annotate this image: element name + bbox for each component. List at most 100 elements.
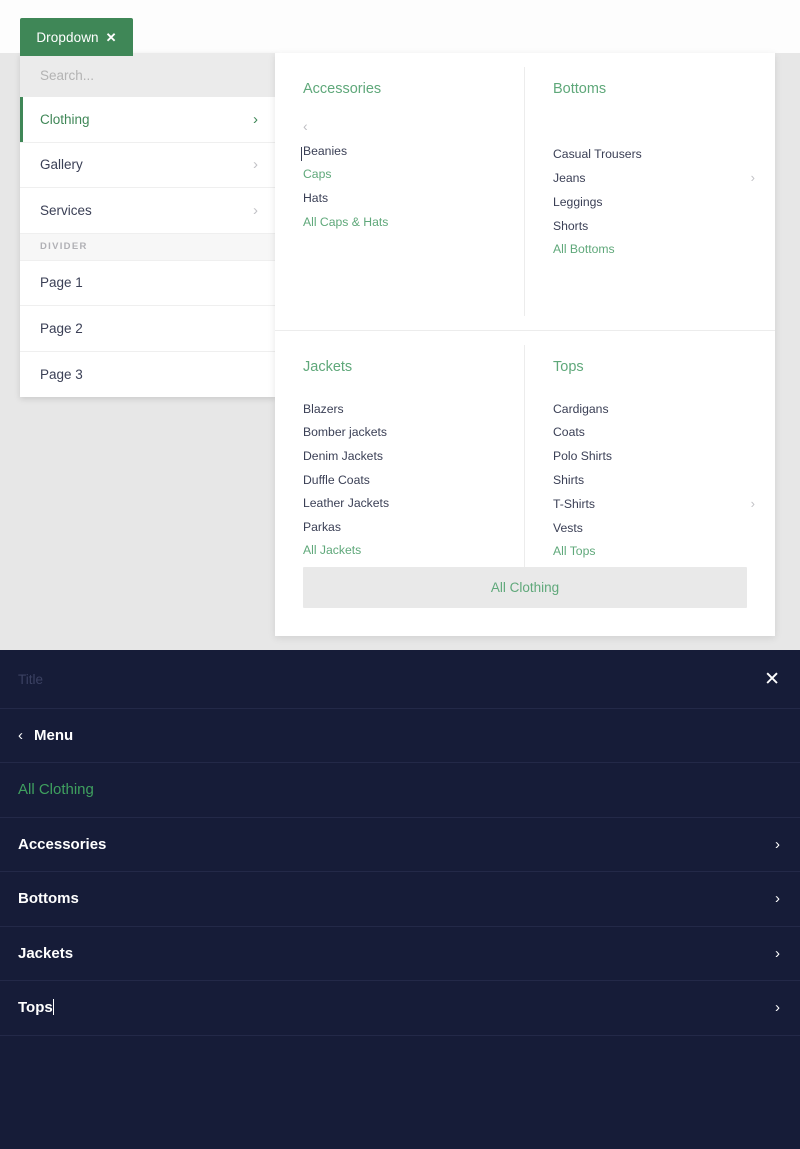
mega-menu-row-bottom: Jackets Blazers Bomber jackets Denim Jac…: [275, 331, 775, 583]
mega-link-label: Beanies: [303, 144, 347, 158]
mega-link-blazers[interactable]: Blazers: [303, 397, 497, 421]
mega-column-bottoms: Bottoms Casual Trousers Jeans › Leggings: [525, 53, 775, 330]
offcanvas-item-label: Accessories: [18, 836, 106, 853]
mega-link-beanies[interactable]: Beanies: [303, 139, 497, 163]
mega-link-cardigans[interactable]: Cardigans: [553, 397, 747, 421]
mega-link-coats[interactable]: Coats: [553, 421, 747, 445]
offcanvas-item-all-clothing[interactable]: All Clothing: [0, 763, 800, 818]
offcanvas-item-jackets[interactable]: Jackets ›: [0, 927, 800, 982]
mega-link-caps[interactable]: Caps: [303, 163, 497, 187]
divider-text: DIVIDER: [40, 241, 88, 252]
mega-column-jackets: Jackets Blazers Bomber jackets Denim Jac…: [275, 331, 525, 583]
mega-link-jeans[interactable]: Jeans ›: [553, 166, 747, 191]
mega-link-label: All Bottoms: [553, 242, 615, 256]
chevron-left-icon[interactable]: ‹: [303, 119, 497, 133]
mega-link-label: Polo Shirts: [553, 449, 612, 463]
mega-link-vests[interactable]: Vests: [553, 516, 747, 540]
mega-link-label: Leggings: [553, 195, 602, 209]
offcanvas-header: Title ✕: [0, 650, 800, 709]
mega-link-bomber-jackets[interactable]: Bomber jackets: [303, 421, 497, 445]
mega-link-list: Blazers Bomber jackets Denim Jackets Duf…: [303, 397, 497, 562]
search-input[interactable]: [40, 68, 240, 83]
mega-link-label: Shirts: [553, 473, 584, 487]
mega-link-label: Hats: [303, 191, 328, 205]
chevron-right-icon: ›: [775, 946, 780, 961]
dropdown-toggle-label: Dropdown: [36, 30, 98, 45]
text-cursor: [53, 999, 55, 1015]
dropdown-panel: Clothing › Gallery › Services › DIVIDER …: [20, 53, 276, 397]
mega-link-label: Duffle Coats: [303, 473, 370, 487]
chevron-left-icon: ‹: [18, 728, 23, 743]
mega-menu-panel: Accessories ‹ Beanies Caps: [275, 53, 775, 636]
sidebar-item-services[interactable]: Services ›: [20, 188, 276, 234]
mega-link-label: Vests: [553, 521, 583, 535]
sidebar-item-page-1[interactable]: Page 1: [20, 261, 276, 307]
close-icon[interactable]: ✕: [764, 670, 780, 689]
chevron-right-icon: ›: [775, 1000, 780, 1015]
sidebar-item-label: Page 2: [40, 321, 83, 336]
mega-link-leggings[interactable]: Leggings: [553, 190, 747, 214]
dropdown-stage: Dropdown ✕ Clothing › Gallery › Services…: [0, 0, 800, 650]
mega-link-label: Leather Jackets: [303, 496, 389, 510]
mega-link-list: Cardigans Coats Polo Shirts Shirts T-Shi: [553, 397, 747, 563]
mega-menu-row-top: Accessories ‹ Beanies Caps: [275, 53, 775, 331]
mega-link-casual-trousers[interactable]: Casual Trousers: [553, 142, 747, 166]
search-row[interactable]: [20, 53, 276, 97]
offcanvas-item-wrap: Tops: [18, 999, 54, 1016]
offcanvas-title: Title: [18, 672, 43, 687]
mega-link-polo-shirts[interactable]: Polo Shirts: [553, 444, 747, 468]
offcanvas-item-label: Tops: [18, 999, 53, 1016]
offcanvas-item-bottoms[interactable]: Bottoms ›: [0, 872, 800, 927]
dropdown-toggle-button[interactable]: Dropdown ✕: [20, 18, 133, 56]
mega-column-title: Jackets: [303, 359, 497, 375]
mega-link-shorts[interactable]: Shorts: [553, 214, 747, 238]
mega-link-all-bottoms[interactable]: All Bottoms: [553, 237, 747, 261]
mega-menu-footer: All Clothing: [275, 567, 775, 636]
sidebar-item-clothing[interactable]: Clothing ›: [20, 97, 276, 143]
all-clothing-button[interactable]: All Clothing: [303, 567, 747, 608]
mega-menu-grid: Accessories ‹ Beanies Caps: [275, 53, 775, 583]
mega-link-all-tops[interactable]: All Tops: [553, 540, 747, 564]
mega-link-label: Caps: [303, 167, 331, 181]
mega-link-shirts[interactable]: Shirts: [553, 468, 747, 492]
chevron-right-icon: ›: [775, 891, 780, 906]
mega-link-duffle-coats[interactable]: Duffle Coats: [303, 468, 497, 492]
mega-link-parkas[interactable]: Parkas: [303, 515, 497, 539]
offcanvas-item-tops[interactable]: Tops ›: [0, 981, 800, 1036]
mega-link-label: All Caps & Hats: [303, 215, 388, 229]
chevron-right-icon: ›: [253, 112, 258, 127]
mega-link-label: Jeans: [553, 171, 586, 185]
mega-link-label: All Jackets: [303, 543, 361, 557]
sidebar-item-gallery[interactable]: Gallery ›: [20, 143, 276, 189]
mega-column-accessories: Accessories ‹ Beanies Caps: [275, 53, 525, 330]
mega-column-tops: Tops Cardigans Coats Polo Shirts Shirts: [525, 331, 775, 583]
offcanvas-item-accessories[interactable]: Accessories ›: [0, 818, 800, 873]
mega-column-title: Accessories: [303, 81, 497, 97]
mega-link-list: Casual Trousers Jeans › Leggings Shorts: [553, 142, 747, 261]
offcanvas-item-label: Bottoms: [18, 890, 79, 907]
mega-link-denim-jackets[interactable]: Denim Jackets: [303, 444, 497, 468]
chevron-right-icon: ›: [253, 157, 258, 172]
sidebar-item-page-3[interactable]: Page 3: [20, 352, 276, 398]
mega-link-all-caps-hats[interactable]: All Caps & Hats: [303, 210, 497, 234]
mega-link-t-shirts[interactable]: T-Shirts ›: [553, 491, 747, 516]
offcanvas-panel: Title ✕ ‹ Menu All Clothing Accessories …: [0, 650, 800, 1149]
mega-column-title: Bottoms: [553, 81, 747, 97]
sidebar-item-label: Services: [40, 203, 92, 218]
chevron-right-icon: ›: [775, 837, 780, 852]
mega-link-label: T-Shirts: [553, 497, 595, 511]
offcanvas-back-button[interactable]: ‹ Menu: [0, 709, 800, 763]
offcanvas-item-label: All Clothing: [18, 781, 94, 798]
mega-link-label: Casual Trousers: [553, 147, 642, 161]
sidebar-item-page-2[interactable]: Page 2: [20, 306, 276, 352]
mega-link-list: Beanies Caps Hats All Caps & Hats: [303, 139, 497, 233]
mega-link-hats[interactable]: Hats: [303, 186, 497, 210]
sidebar-item-label: Page 1: [40, 275, 83, 290]
mega-link-label: Parkas: [303, 520, 341, 534]
close-icon[interactable]: ✕: [106, 31, 117, 44]
mega-link-leather-jackets[interactable]: Leather Jackets: [303, 491, 497, 515]
chevron-right-icon: ›: [253, 203, 258, 218]
mega-link-all-jackets[interactable]: All Jackets: [303, 539, 497, 563]
mega-link-label: Denim Jackets: [303, 449, 383, 463]
mega-link-label: Cardigans: [553, 402, 609, 416]
